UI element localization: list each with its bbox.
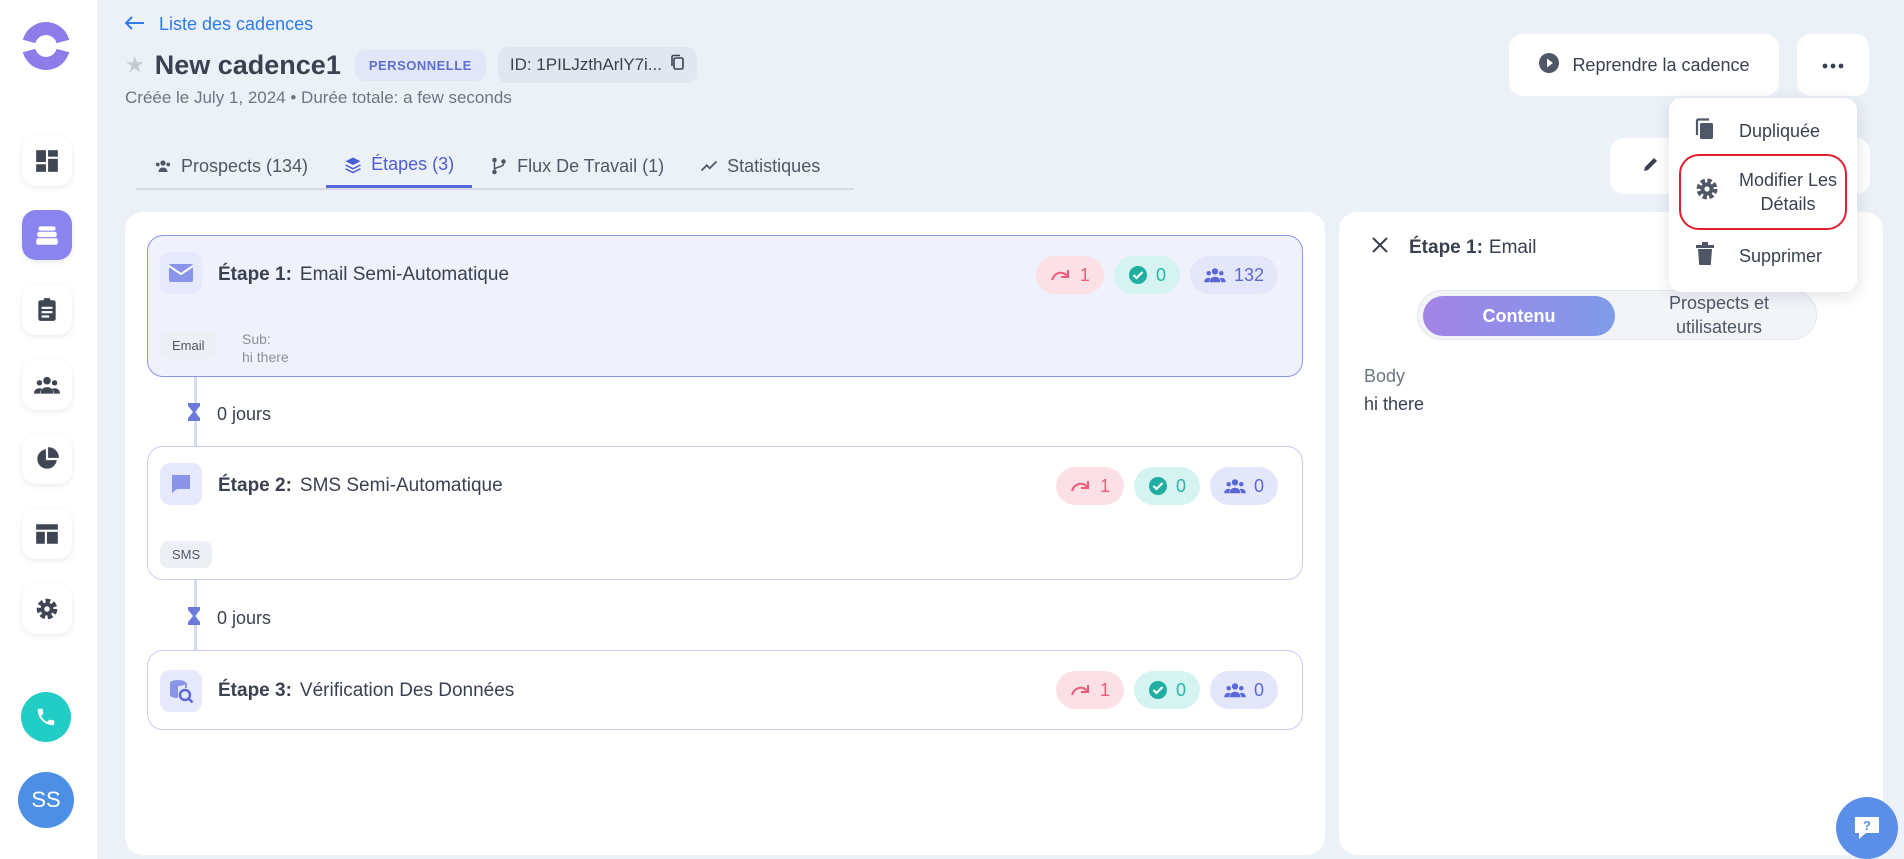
people-counter: 132 [1189,256,1278,294]
step-card-1[interactable]: Étape 1: Email Semi-Automatique 1 0 132 E… [147,235,1303,377]
people-counter: 0 [1209,671,1278,709]
step-subject: Sub: hi there [242,331,289,365]
menu-item-duplicate[interactable]: Dupliquée [1695,118,1820,145]
step-title: Étape 2: SMS Semi-Automatique [218,475,503,496]
step-title: Étape 3: Vérification Des Données [218,680,515,701]
help-chat-icon[interactable]: ? [1836,797,1898,859]
check-circle-icon [1148,681,1167,699]
dashboard-icon[interactable] [22,136,72,186]
check-circle-icon [1148,477,1167,495]
copy-icon[interactable] [670,54,685,76]
tab-prospects[interactable]: Prospects (134) [136,144,326,188]
play-icon [1538,52,1560,79]
skipped-counter: 1 [1055,671,1124,709]
more-horizontal-icon [1822,56,1844,74]
sidebar: SS [0,0,97,859]
copy-icon [1695,118,1715,145]
analytics-icon[interactable] [22,434,72,484]
step-card-2[interactable]: Étape 2: SMS Semi-Automatique 1 0 0 SMS [147,446,1303,580]
hourglass-icon [187,402,201,427]
star-icon[interactable]: ★ [125,52,145,78]
resume-cadence-button[interactable]: Reprendre la cadence [1509,34,1779,96]
done-counter: 0 [1133,671,1200,709]
id-pill[interactable]: ID: 1PILJzthArlY7i... [497,47,697,83]
step-detail-panel: Étape 1: Email Contenu Prospects et utili… [1339,212,1883,855]
redo-arrow-icon [1071,685,1089,696]
detail-header: Étape 1: Email [1371,236,1536,260]
delay-1: 0 jours [187,402,271,427]
detail-segmented-control: Contenu Prospects et utilisateurs [1417,290,1817,340]
tab-label: Statistiques [727,155,821,176]
tabs: Prospects (134) Étapes (3) Flux De Trava… [136,144,854,190]
database-search-icon [160,670,202,712]
back-link[interactable]: Liste des cadences [124,14,314,35]
tab-label: Prospects (134) [181,155,309,176]
done-counter: 0 [1133,467,1200,505]
type-badge: PERSONNELLE [354,49,486,81]
arrow-left-icon [124,14,145,35]
avatar[interactable]: SS [18,772,74,828]
people-icon [155,160,171,172]
page-title: New cadence1 [154,49,341,80]
tab-steps[interactable]: Étapes (3) [326,144,473,188]
redo-arrow-icon [1071,481,1089,492]
skipped-counter: 1 [1055,467,1124,505]
tab-label: Flux De Travail (1) [517,155,665,176]
gear-icon [1695,177,1719,207]
step-type-tag: SMS [160,541,213,568]
steps-panel: Étape 1: Email Semi-Automatique 1 0 132 E… [125,212,1325,855]
page-subtitle: Créée le July 1, 2024 • Durée totale: a … [125,88,512,107]
more-options-menu: Dupliquée Modifier Les Détails Supprimer [1669,98,1857,292]
chat-bubble-icon [160,463,202,505]
people-icon [1224,683,1246,698]
people-icon[interactable] [22,360,72,410]
check-circle-icon [1128,266,1147,284]
close-icon[interactable] [1371,236,1389,260]
tab-prospects-users[interactable]: Prospects et utilisateurs [1626,291,1812,339]
trash-icon [1695,242,1715,271]
more-options-button[interactable] [1797,34,1869,96]
svg-text:?: ? [1863,818,1871,833]
email-icon [160,252,202,294]
people-icon [1204,268,1226,283]
body-text: hi there [1364,394,1425,414]
step-counters: 1 0 0 [1055,467,1278,505]
trend-icon [701,160,718,172]
body-label: Body [1364,366,1406,386]
tab-workflow[interactable]: Flux De Travail (1) [472,144,682,188]
title-row: ★ New cadence1 PERSONNELLE ID: 1PILJzthA… [125,47,697,83]
step-card-3[interactable]: Étape 3: Vérification Des Données 1 0 0 [147,650,1303,730]
step-type-tag: Email [160,332,217,359]
people-icon [1224,479,1246,494]
done-counter: 0 [1113,256,1180,294]
cadence-icon[interactable] [22,210,72,260]
detail-title: Étape 1: Email [1409,237,1537,258]
redo-arrow-icon [1050,270,1069,281]
tab-statistics[interactable]: Statistiques [682,144,838,188]
menu-item-modify-details[interactable]: Modifier Les Détails [1679,154,1847,230]
tab-label: Étapes (3) [371,154,455,174]
step-title: Étape 1: Email Semi-Automatique [218,264,510,285]
phone-icon[interactable] [21,692,71,742]
people-counter: 0 [1209,467,1278,505]
delay-2: 0 jours [187,606,271,631]
menu-item-delete[interactable]: Supprimer [1695,242,1822,271]
layers-icon [345,157,361,173]
templates-icon[interactable] [22,509,72,559]
tasks-icon[interactable] [22,285,72,335]
settings-icon[interactable] [22,584,72,634]
skipped-counter: 1 [1035,256,1104,294]
back-label: Liste des cadences [159,14,314,34]
pencil-icon [1642,155,1660,178]
step-counters: 1 0 0 [1055,671,1278,709]
hourglass-icon [187,606,201,631]
step-counters: 1 0 132 [1035,256,1278,294]
resume-label: Reprendre la cadence [1572,54,1750,75]
tab-content[interactable]: Contenu [1423,296,1615,336]
logo[interactable] [22,22,70,70]
id-label: ID: 1PILJzthArlY7i... [509,55,662,74]
branch-icon [492,157,506,175]
